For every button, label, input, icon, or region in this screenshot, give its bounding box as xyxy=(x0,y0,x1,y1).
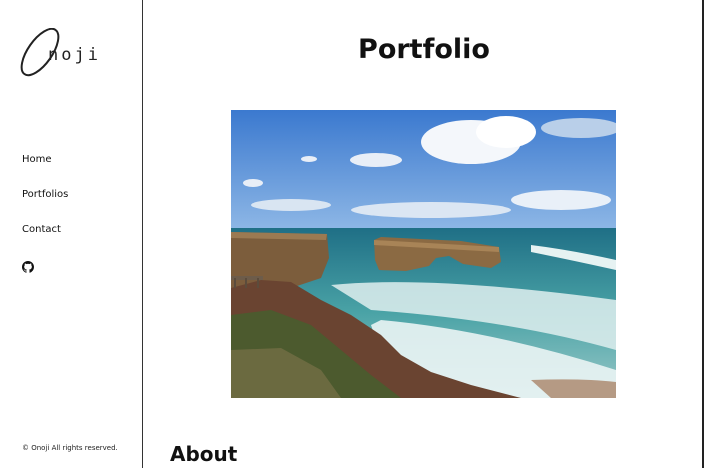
site-logo[interactable]: noji xyxy=(18,27,128,82)
footer-copyright: © Onoji All rights reserved. xyxy=(22,444,118,452)
main-nav: Home Portfolios Contact xyxy=(22,152,68,257)
page-title: Portfolio xyxy=(358,34,490,65)
sidebar: noji Home Portfolios Contact © Onoji All… xyxy=(0,0,143,468)
nav-item-home[interactable]: Home xyxy=(22,152,68,187)
logo-text: noji xyxy=(48,45,101,65)
coastal-arch-photo xyxy=(231,110,616,398)
nav-item-contact[interactable]: Contact xyxy=(22,222,68,257)
page: noji Home Portfolios Contact © Onoji All… xyxy=(0,0,704,468)
about-heading: About xyxy=(170,442,238,466)
github-icon[interactable] xyxy=(22,258,34,273)
github-icon-glyph xyxy=(22,261,34,273)
nav-item-portfolios[interactable]: Portfolios xyxy=(22,187,68,222)
portfolio-photo[interactable] xyxy=(231,110,616,398)
main-content: Portfolio About xyxy=(144,0,702,468)
